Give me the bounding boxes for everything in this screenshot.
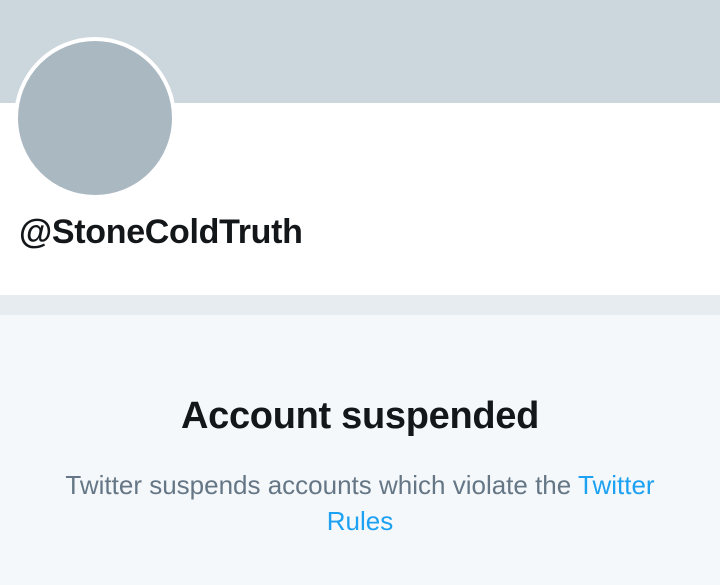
profile-page: @StoneColdTruth Account suspended Twitte…	[0, 0, 720, 585]
suspension-title: Account suspended	[180, 395, 540, 437]
suspension-notice	[0, 315, 720, 585]
suspension-message-text: Twitter suspends accounts which violate …	[65, 470, 572, 500]
suspension-message: Twitter suspends accounts which violate …	[30, 467, 690, 539]
section-divider	[0, 295, 720, 315]
profile-avatar	[14, 37, 176, 199]
profile-handle: @StoneColdTruth	[19, 213, 303, 251]
